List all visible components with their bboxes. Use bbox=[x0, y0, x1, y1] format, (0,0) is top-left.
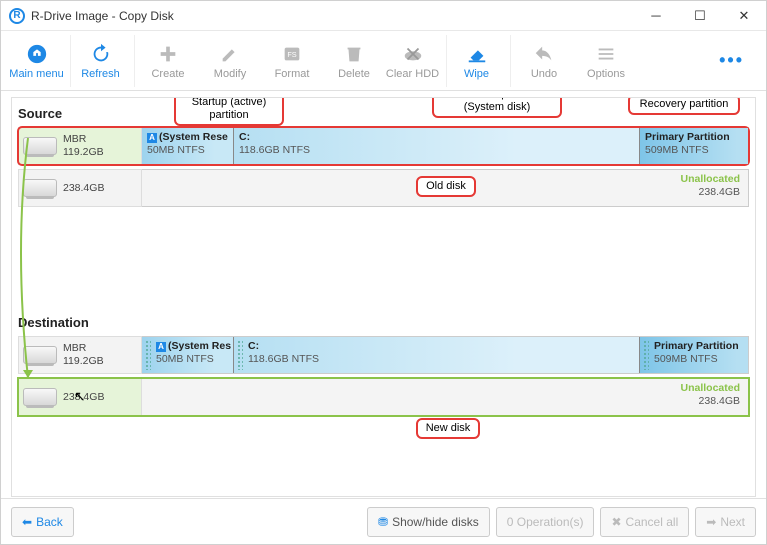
disk-size: 119.2GB bbox=[63, 146, 104, 159]
modify-button[interactable]: Modify bbox=[199, 35, 261, 87]
refresh-label: Refresh bbox=[81, 68, 120, 80]
maximize-button[interactable]: ☐ bbox=[678, 1, 722, 31]
disk-header[interactable]: MBR 119.2GB bbox=[18, 336, 142, 374]
show-hide-disks-button[interactable]: ⛃ Show/hide disks bbox=[367, 507, 490, 537]
partition-unallocated[interactable]: Unallocated 238.4GB bbox=[142, 170, 748, 206]
partition-bar: A(System Rese 50MB NTFS C: 118.6GB NTFS … bbox=[142, 127, 749, 165]
disk-header[interactable]: ↖ 238.4GB bbox=[18, 378, 142, 416]
hdd-icon bbox=[23, 137, 57, 155]
partition-recovery[interactable]: Primary Partition 509MB NTFS bbox=[640, 337, 748, 373]
delete-label: Delete bbox=[338, 68, 370, 80]
active-flag-icon: A bbox=[147, 133, 157, 143]
disks-icon: ⛃ bbox=[378, 515, 388, 529]
eraser-icon bbox=[465, 42, 489, 66]
partition-c[interactable]: C: 118.6GB NTFS bbox=[234, 337, 640, 373]
annotation-new-disk: New disk bbox=[416, 418, 480, 439]
window-title: R-Drive Image - Copy Disk bbox=[31, 9, 174, 23]
drag-handle-icon[interactable] bbox=[643, 340, 649, 370]
drag-handle-icon[interactable] bbox=[145, 340, 151, 370]
trash-icon bbox=[342, 42, 366, 66]
home-icon bbox=[25, 42, 49, 66]
arrow-right-icon: ➡ bbox=[706, 515, 716, 529]
filesystem-icon: FS bbox=[280, 42, 304, 66]
disk-scheme: MBR bbox=[63, 342, 104, 355]
partition-unallocated[interactable]: Unallocated 238.4GB bbox=[142, 379, 748, 415]
pencil-icon bbox=[218, 42, 242, 66]
footer: ⬅ Back ⛃ Show/hide disks 0 Operation(s) … bbox=[1, 498, 766, 544]
format-label: Format bbox=[275, 68, 310, 80]
minimize-button[interactable]: － bbox=[634, 1, 678, 31]
disk-scheme: MBR bbox=[63, 133, 104, 146]
disk-size: 238.4GB bbox=[63, 391, 104, 404]
undo-button[interactable]: Undo bbox=[513, 35, 575, 87]
clear-hdd-icon bbox=[401, 42, 425, 66]
source-disk-2[interactable]: 238.4GB Unallocated 238.4GB bbox=[18, 169, 749, 207]
undo-icon bbox=[532, 42, 556, 66]
refresh-button[interactable]: Refresh bbox=[73, 35, 135, 87]
clear-hdd-button[interactable]: Clear HDD bbox=[385, 35, 447, 87]
main-menu-label: Main menu bbox=[9, 68, 63, 80]
format-button[interactable]: FS Format bbox=[261, 35, 323, 87]
disk-size: 119.2GB bbox=[63, 355, 104, 368]
partition-system-reserved[interactable]: A(System Rese 50MB NTFS bbox=[142, 128, 234, 164]
wipe-button[interactable]: Wipe bbox=[449, 35, 511, 87]
hdd-icon bbox=[23, 179, 57, 197]
cancel-icon: ✖ bbox=[611, 515, 621, 529]
svg-text:FS: FS bbox=[287, 49, 296, 58]
toolbar: Main menu Refresh Create Modify FS Forma… bbox=[1, 31, 766, 91]
source-disk-1[interactable]: MBR 119.2GB A(System Rese 50MB NTFS C: 1… bbox=[18, 127, 749, 165]
undo-label: Undo bbox=[531, 68, 557, 80]
partition-recovery[interactable]: Primary Partition 509MB NTFS bbox=[640, 128, 748, 164]
content-area: Source MBR 119.2GB A(System Rese 50MB NT… bbox=[1, 91, 766, 503]
disk-size: 238.4GB bbox=[63, 182, 104, 195]
partition-bar: Unallocated 238.4GB bbox=[142, 169, 749, 207]
partition-bar: A(System Res 50MB NTFS C: 118.6GB NTFS P… bbox=[142, 336, 749, 374]
plus-icon bbox=[156, 42, 180, 66]
options-label: Options bbox=[587, 68, 625, 80]
refresh-icon bbox=[89, 42, 113, 66]
close-button[interactable]: ✕ bbox=[722, 1, 766, 31]
partition-bar: Unallocated 238.4GB bbox=[142, 378, 749, 416]
create-button[interactable]: Create bbox=[137, 35, 199, 87]
destination-disk-2[interactable]: ↖ 238.4GB Unallocated 238.4GB bbox=[18, 378, 749, 416]
main-menu-button[interactable]: Main menu bbox=[9, 35, 71, 87]
delete-button[interactable]: Delete bbox=[323, 35, 385, 87]
menu-icon bbox=[594, 42, 618, 66]
options-button[interactable]: Options bbox=[575, 35, 637, 87]
source-section-label: Source bbox=[18, 106, 749, 121]
disk-header[interactable]: MBR 119.2GB bbox=[18, 127, 142, 165]
cancel-all-button[interactable]: ✖ Cancel all bbox=[600, 507, 689, 537]
clear-hdd-label: Clear HDD bbox=[386, 68, 439, 80]
operations-button[interactable]: 0 Operation(s) bbox=[496, 507, 595, 537]
wipe-label: Wipe bbox=[464, 68, 489, 80]
hdd-icon bbox=[23, 388, 57, 406]
arrow-left-icon: ⬅ bbox=[22, 515, 32, 529]
partition-system-reserved[interactable]: A(System Res 50MB NTFS bbox=[142, 337, 234, 373]
modify-label: Modify bbox=[214, 68, 246, 80]
more-button[interactable]: ••• bbox=[705, 50, 758, 71]
destination-disk-1[interactable]: MBR 119.2GB A(System Res 50MB NTFS C: 11… bbox=[18, 336, 749, 374]
active-flag-icon: A bbox=[156, 342, 166, 352]
create-label: Create bbox=[151, 68, 184, 80]
hdd-icon bbox=[23, 346, 57, 364]
destination-section-label: Destination bbox=[18, 315, 749, 330]
app-logo-icon: R bbox=[9, 8, 25, 24]
partition-c[interactable]: C: 118.6GB NTFS bbox=[234, 128, 640, 164]
title-bar: R R-Drive Image - Copy Disk － ☐ ✕ bbox=[1, 1, 766, 31]
drag-handle-icon[interactable] bbox=[237, 340, 243, 370]
disk-header[interactable]: 238.4GB bbox=[18, 169, 142, 207]
next-button[interactable]: ➡ Next bbox=[695, 507, 756, 537]
back-button[interactable]: ⬅ Back bbox=[11, 507, 74, 537]
